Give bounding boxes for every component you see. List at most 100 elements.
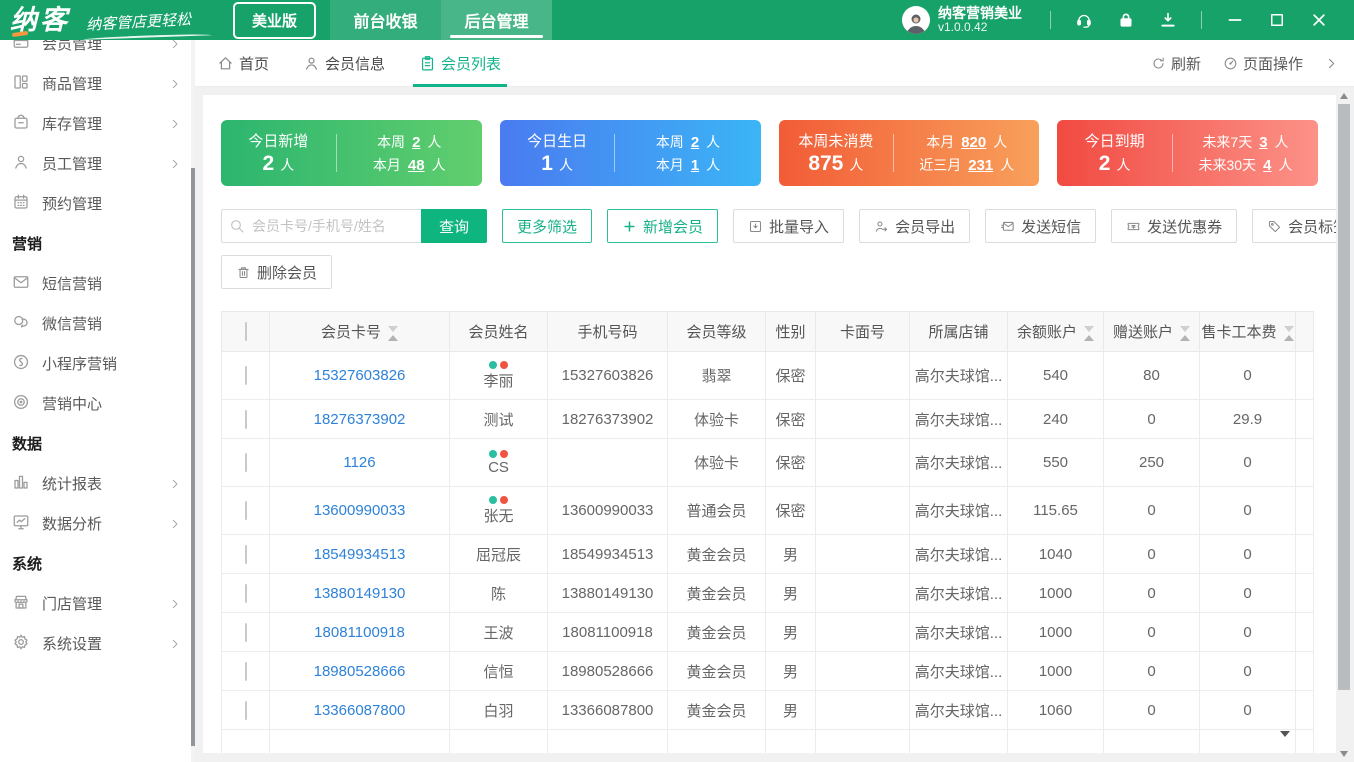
sidebar-item[interactable]: 短信营销	[0, 263, 195, 303]
tab-item[interactable]: 首页	[217, 40, 269, 87]
sidebar-item[interactable]: 商品管理	[0, 63, 195, 103]
toolbar-button[interactable]: 会员标签	[1252, 209, 1336, 243]
member-card-no-link[interactable]: 15327603826	[314, 367, 406, 384]
row-checkbox[interactable]	[244, 583, 247, 603]
titlebar: 纳客 纳客管店更轻松 美业版 前台收银 后台管理 纳客营销美业 v1.0.0.42	[0, 0, 1354, 40]
toolbar-button[interactable]: 发送短信	[985, 209, 1097, 243]
maximize-button[interactable]	[1267, 10, 1287, 30]
sidebar-item[interactable]: 小程序营销	[0, 343, 195, 383]
search-button[interactable]: 查询	[421, 209, 488, 243]
row-checkbox[interactable]	[244, 409, 247, 429]
row-checkbox[interactable]	[244, 622, 247, 642]
stat-card[interactable]: 今日到期 2 人未来7天 3 人未来30天 4 人	[1057, 120, 1318, 186]
partial-cell	[449, 729, 548, 753]
top-nav-active[interactable]: 后台管理	[441, 0, 553, 40]
button-label: 新增会员	[643, 218, 704, 236]
table-scroll-down-icon[interactable]	[1280, 731, 1290, 737]
scroll-down-icon[interactable]	[1340, 751, 1348, 757]
tabbar-action-label: 刷新	[1170, 55, 1201, 73]
column-header[interactable]: 所属店铺	[909, 311, 1008, 352]
sort-asc-icon[interactable]	[1084, 334, 1094, 341]
sort-asc-icon[interactable]	[1283, 334, 1294, 341]
tabbar-action[interactable]: 页面操作	[1223, 53, 1303, 74]
stat-card[interactable]: 今日生日 1 人本周 2 人本月 1 人	[499, 120, 761, 186]
minimize-button[interactable]	[1225, 10, 1245, 30]
sort-desc-icon[interactable]	[1283, 325, 1294, 332]
row-checkbox[interactable]	[244, 661, 247, 681]
chevron-right-icon[interactable]	[1325, 57, 1338, 70]
stat-card[interactable]: 本周未消费 875 人本月 820 人近三月 231 人	[778, 120, 1040, 186]
download-icon[interactable]	[1158, 10, 1178, 30]
member-card-no-link[interactable]: 13366087800	[314, 702, 406, 719]
sidebar-item[interactable]: 营销中心	[0, 383, 195, 423]
edition-badge-button[interactable]: 美业版	[233, 1, 317, 39]
row-checkbox[interactable]	[244, 544, 247, 564]
sort-icons[interactable]	[388, 325, 398, 341]
stat-card[interactable]: 今日新增 2 人本周 2 人本月 48 人	[221, 120, 482, 186]
sidebar-item[interactable]: 系统设置	[0, 623, 195, 663]
member-card-no-link[interactable]: 13600990033	[314, 502, 406, 519]
balance-cell: 1000	[1007, 573, 1104, 613]
member-card-no-link[interactable]: 18980528666	[314, 663, 406, 680]
column-header[interactable]: 余额账户	[1007, 311, 1104, 352]
column-header[interactable]: 会员卡号	[269, 311, 450, 352]
toolbar-button[interactable]: 批量导入	[733, 209, 845, 243]
row-checkbox[interactable]	[244, 700, 247, 720]
column-header[interactable]: 会员等级	[667, 311, 766, 352]
sidebar-item[interactable]: 门店管理	[0, 583, 195, 623]
sort-desc-icon[interactable]	[1084, 325, 1094, 332]
sidebar-item[interactable]: 统计报表	[0, 463, 195, 503]
main-scrollbar[interactable]	[1337, 88, 1351, 762]
sort-desc-icon[interactable]	[1180, 325, 1190, 332]
row-checkbox[interactable]	[244, 453, 247, 472]
sort-icons[interactable]	[1084, 325, 1094, 341]
add-member-button[interactable]: 新增会员	[607, 209, 719, 243]
select-all-checkbox[interactable]	[244, 322, 247, 341]
sort-desc-icon[interactable]	[388, 325, 398, 332]
member-card-no-link[interactable]: 1126	[343, 454, 375, 471]
delete-member-button[interactable]: 删除会员	[221, 255, 333, 289]
tabbar-action[interactable]: 刷新	[1151, 53, 1201, 74]
column-header[interactable]: 性别	[765, 311, 816, 352]
customer-service-icon[interactable]	[1074, 10, 1094, 30]
sidebar-item[interactable]: 数据分析	[0, 503, 195, 543]
column-header[interactable]: 赠送账户	[1103, 311, 1200, 352]
column-header[interactable]: 卡面号	[815, 311, 910, 352]
member-card-no-link[interactable]: 18549934513	[314, 546, 406, 563]
sort-asc-icon[interactable]	[388, 334, 398, 341]
level-cell: 黄金会员	[667, 573, 766, 613]
main-scrollbar-thumb[interactable]	[1338, 104, 1350, 690]
sidebar-item[interactable]: 会员管理	[0, 40, 195, 63]
sort-asc-icon[interactable]	[1180, 334, 1190, 341]
user-info[interactable]: 纳客营销美业 v1.0.0.42	[902, 5, 1022, 35]
row-checkbox[interactable]	[244, 366, 247, 385]
sidebar-item[interactable]: 预约管理	[0, 183, 195, 223]
column-header[interactable]: 售卡工本费	[1199, 311, 1296, 352]
toolbar-button[interactable]: 发送优惠券	[1111, 209, 1238, 243]
sort-icons[interactable]	[1180, 325, 1190, 341]
member-name: 李丽	[483, 372, 514, 390]
member-card-no-cell: 18081100918	[269, 612, 450, 652]
close-button[interactable]	[1309, 10, 1329, 30]
tab-item[interactable]: 会员信息	[303, 40, 385, 87]
sidebar-item[interactable]: 微信营销	[0, 303, 195, 343]
sort-icons[interactable]	[1283, 325, 1294, 341]
member-card-no-link[interactable]: 18081100918	[314, 624, 405, 641]
member-card-no-link[interactable]: 18276373902	[314, 411, 406, 428]
top-nav-item[interactable]: 前台收银	[330, 0, 442, 40]
column-header[interactable]: 手机号码	[547, 311, 668, 352]
detail-value: 2	[690, 133, 700, 151]
lock-icon[interactable]	[1116, 10, 1136, 30]
sidebar-item[interactable]: 库存管理	[0, 103, 195, 143]
toolbar-button[interactable]: 会员导出	[859, 209, 971, 243]
phone-cell: 13366087800	[547, 690, 668, 730]
member-card-no-link[interactable]: 13880149130	[314, 585, 406, 602]
more-filters-button[interactable]: 更多筛选	[502, 209, 593, 243]
column-header[interactable]: 会员姓名	[449, 311, 548, 352]
sidebar-item[interactable]: 员工管理	[0, 143, 195, 183]
search-input[interactable]	[221, 209, 421, 243]
scroll-up-icon[interactable]	[1340, 93, 1348, 99]
member-card-no-cell: 13880149130	[269, 573, 450, 613]
tab-active[interactable]: 会员列表	[413, 40, 508, 87]
row-checkbox[interactable]	[244, 501, 247, 520]
